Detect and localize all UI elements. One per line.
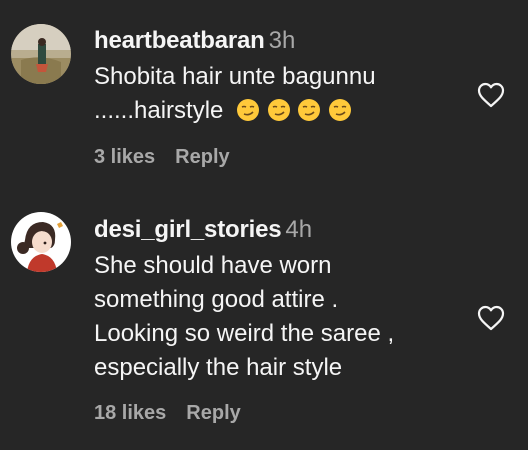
avatar[interactable] [11,212,71,272]
comment-text-line: especially the hair style [94,354,343,381]
likes-count[interactable]: 18 likes [94,402,166,424]
comment-text-line: She should have worn [94,252,332,279]
smirking-face-emoji [298,99,321,121]
reply-button[interactable]: Reply [175,146,229,168]
comment-text-line: Shobita hair unte bagunnu [94,63,376,90]
username[interactable]: desi_girl_stories [94,216,282,243]
comment-text-line: ......hairstyle [94,94,376,128]
avatar[interactable] [11,24,71,84]
comment-item: desi_girl_stories 4h She should have worn… [0,190,528,450]
comment-header: desi_girl_stories 4h [94,216,312,244]
username[interactable]: heartbeatbaran [94,27,265,54]
like-heart-icon[interactable] [477,305,505,331]
likes-count[interactable]: 3 likes [94,146,155,168]
smirking-face-emoji [267,99,290,121]
timestamp: 4h [285,216,313,243]
emoji-group [229,97,352,124]
comment-text-line-part: ......hairstyle [94,97,224,124]
comment-header: heartbeatbaran 3h [94,27,295,55]
comment-text-line: Looking so weird the saree , [94,320,395,347]
smirking-face-emoji [329,99,352,121]
like-heart-icon[interactable] [477,82,505,108]
reply-button[interactable]: Reply [186,402,240,424]
comment-text-line: something good attire . [94,286,339,313]
smirking-face-emoji [237,99,260,121]
comment-item: heartbeatbaran 3h Shobita hair unte bagun… [0,0,528,190]
comment-meta: 18 likes Reply [94,401,241,425]
comment-text: Shobita hair unte bagunnu ......hairstyl… [94,60,376,128]
comment-text: She should have worn something good atti… [94,249,394,385]
timestamp: 3h [268,27,296,54]
comment-meta: 3 likes Reply [94,145,230,169]
